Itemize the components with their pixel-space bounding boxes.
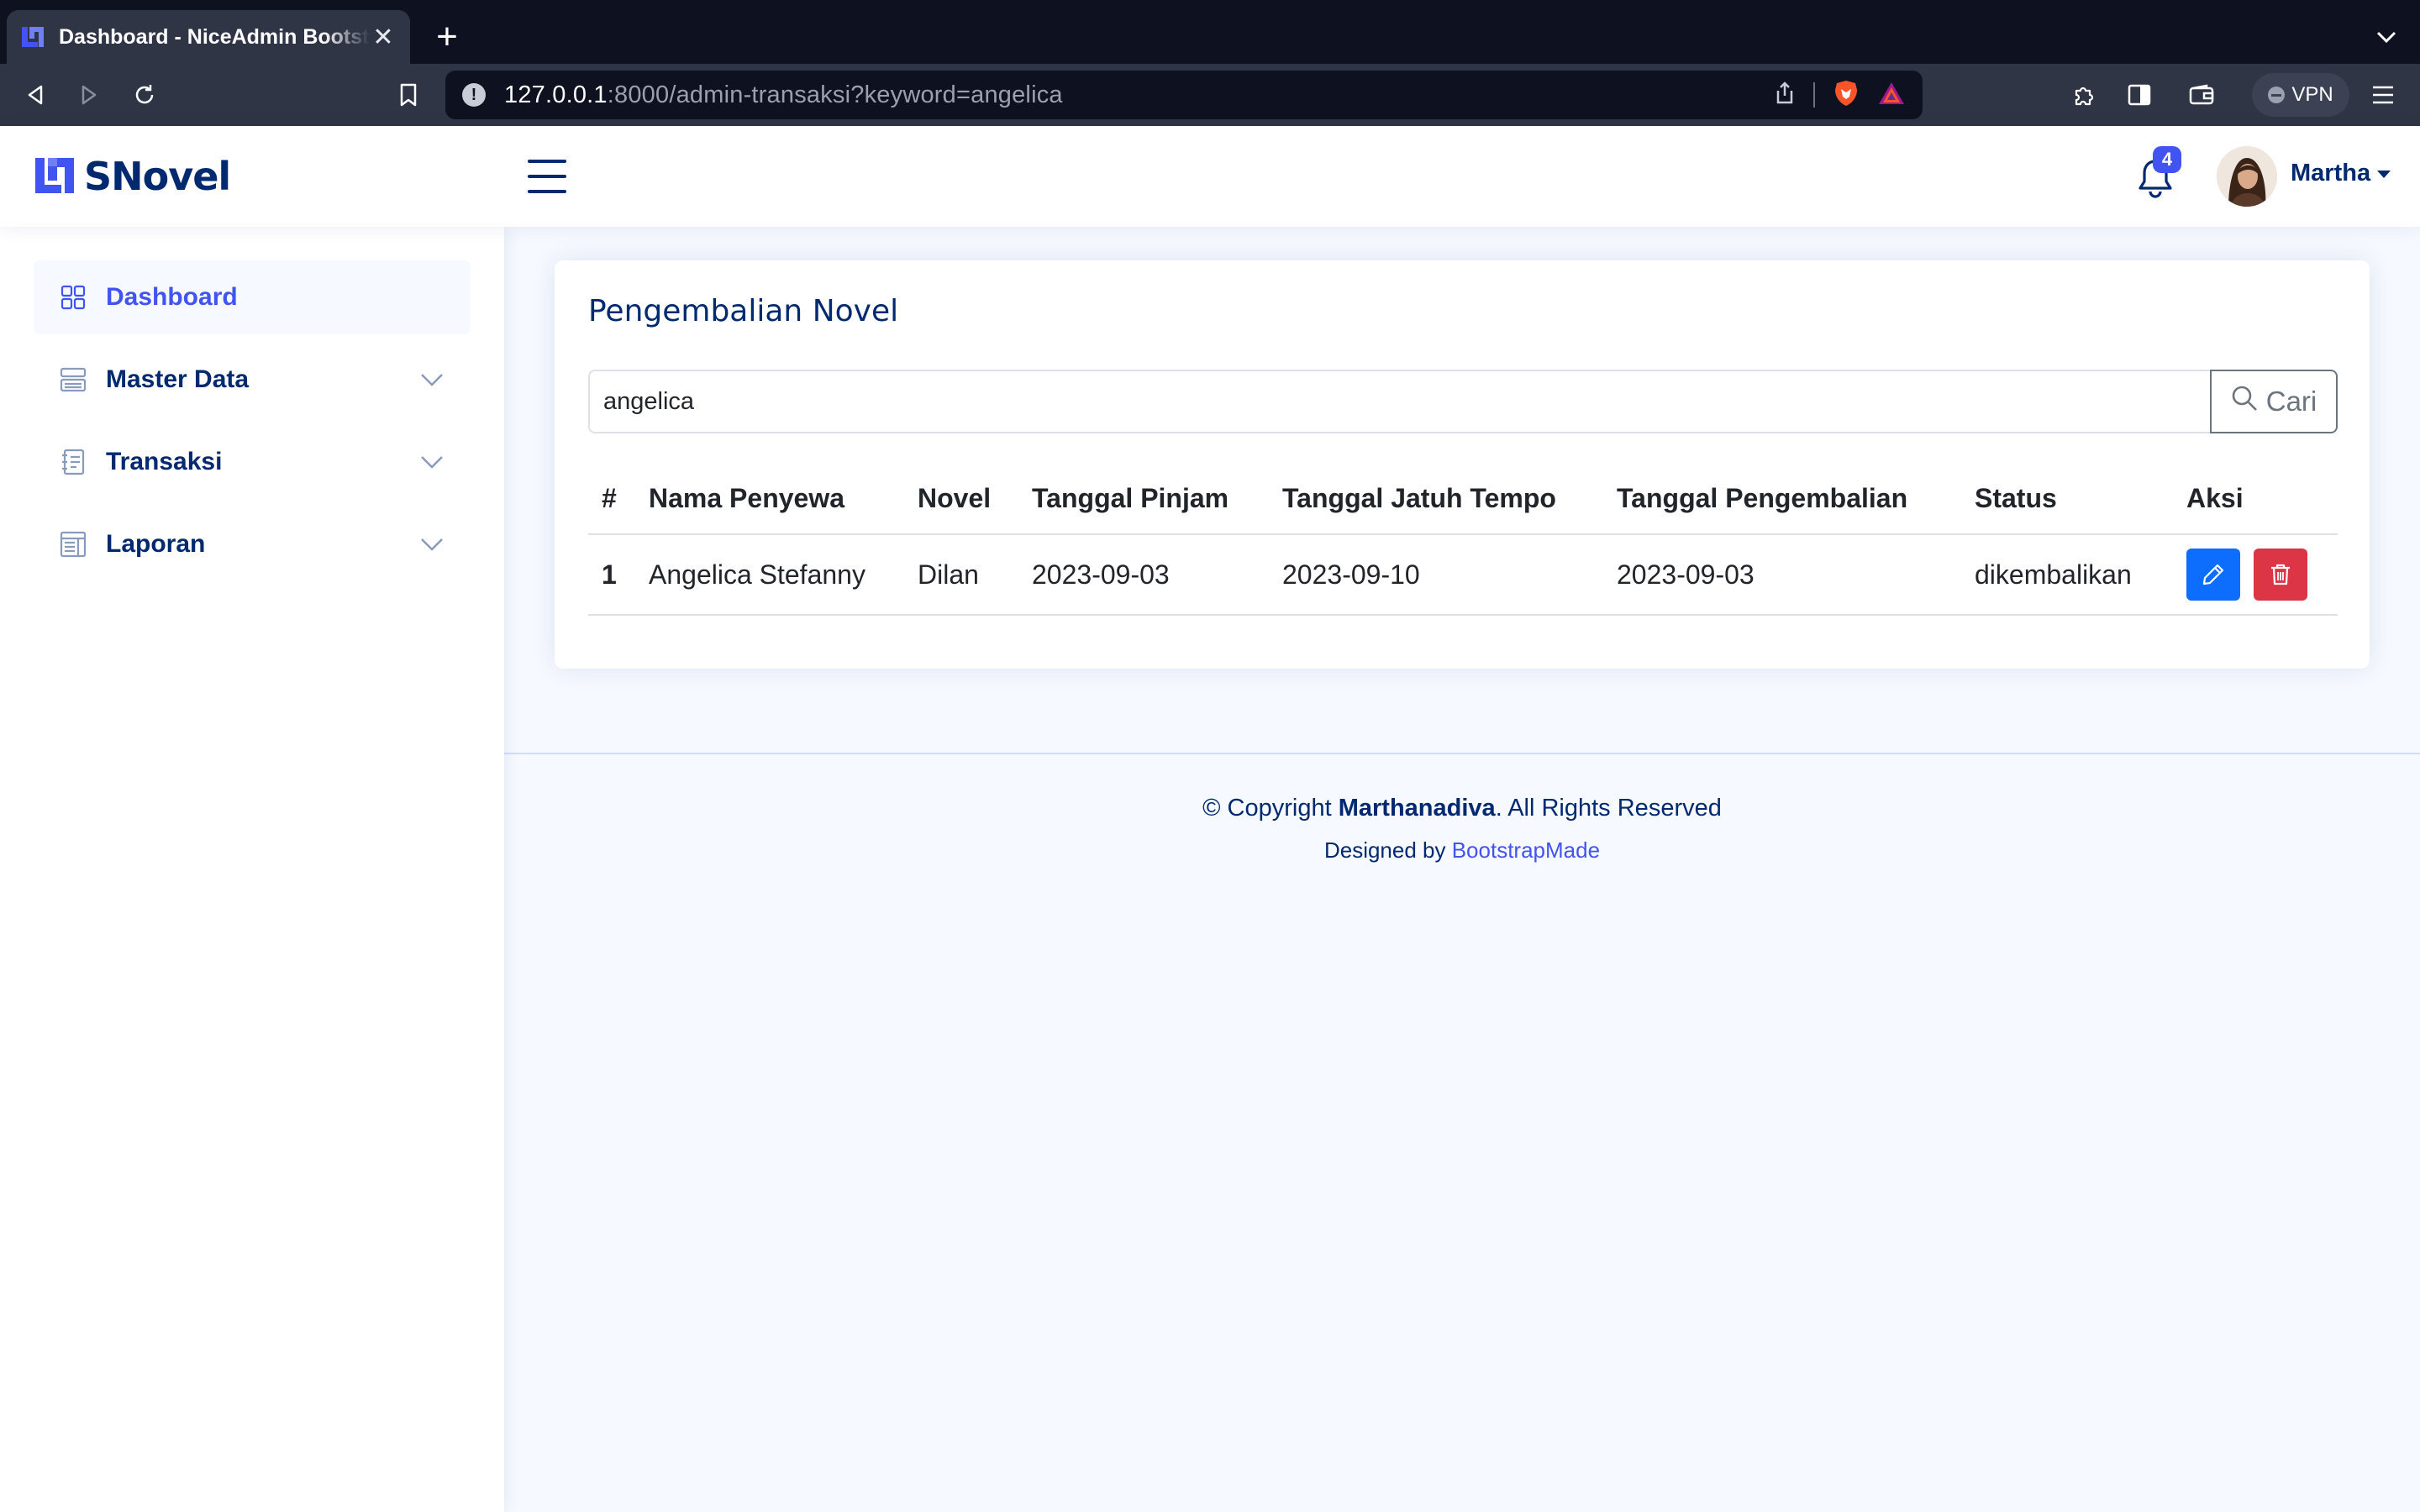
wallet-icon[interactable] xyxy=(2181,75,2222,115)
reload-icon[interactable] xyxy=(124,75,165,115)
cell-novel: Dilan xyxy=(904,534,1018,616)
browser-menu-icon[interactable] xyxy=(2363,75,2403,115)
search-button-label: Cari xyxy=(2265,386,2317,417)
grid-icon xyxy=(59,283,87,312)
col-header-tanggal-pengembalian: Tanggal Pengembalian xyxy=(1603,464,1961,535)
browser-toolbar: ! 127.0.0.1:8000/admin-transaksi?keyword… xyxy=(0,64,2420,126)
browser-tab-bar: Dashboard - NiceAdmin Bootstrap Template… xyxy=(0,0,2420,64)
user-menu[interactable]: Martha xyxy=(2291,160,2391,187)
url-path: :8000/admin-transaksi?keyword=angelica xyxy=(607,81,1063,108)
cell-tanggal-pinjam: 2023-09-03 xyxy=(1018,534,1269,616)
credits: Designed by BootstrapMade xyxy=(504,833,2420,867)
site-info-icon[interactable]: ! xyxy=(462,83,486,107)
page-title: Pengembalian Novel xyxy=(588,294,899,328)
user-name: Martha xyxy=(2291,160,2371,186)
extensions-icon[interactable] xyxy=(2064,75,2104,115)
back-icon[interactable] xyxy=(15,75,55,115)
address-bar[interactable]: ! 127.0.0.1:8000/admin-transaksi?keyword… xyxy=(445,71,1923,119)
vpn-button[interactable]: VPN xyxy=(2252,73,2349,117)
sidebar-item-label: Dashboard xyxy=(106,283,238,311)
share-icon[interactable] xyxy=(1775,81,1795,109)
designed-by-label: Designed by xyxy=(1323,837,1452,863)
site-favicon-icon xyxy=(20,24,45,50)
col-header-aksi: Aksi xyxy=(2173,464,2338,535)
search-button[interactable]: Cari xyxy=(2210,370,2338,433)
copyright-owner: Marthanadiva xyxy=(1338,795,1496,822)
brand-name: SNovel xyxy=(84,154,231,199)
close-tab-icon[interactable]: ✕ xyxy=(370,24,397,51)
cell-tanggal-jatuh-tempo: 2023-09-10 xyxy=(1269,534,1603,616)
returns-card: Pengembalian Novel Cari # Nama Penyewa N… xyxy=(555,260,2370,669)
sidebar-item-master-data[interactable]: Master Data xyxy=(34,343,471,417)
brave-rewards-icon[interactable] xyxy=(1877,81,1906,110)
browser-tab[interactable]: Dashboard - NiceAdmin Bootstrap Template… xyxy=(7,10,410,64)
new-tab-icon[interactable]: + xyxy=(429,16,466,57)
sidebar-toggle-icon[interactable] xyxy=(2119,75,2160,115)
cell-aksi xyxy=(2173,534,2338,616)
vpn-status-icon xyxy=(2268,87,2286,103)
footer: © Copyright Marthanadiva. All Rights Res… xyxy=(504,753,2420,867)
menu-button-icon xyxy=(59,365,87,394)
toggle-sidebar-icon[interactable] xyxy=(528,160,566,193)
sidebar-item-laporan[interactable]: Laporan xyxy=(34,507,471,581)
bookmark-icon[interactable] xyxy=(388,75,429,115)
sidebar: Dashboard Master Data Transaksi Laporan xyxy=(0,227,504,1512)
search-form: Cari xyxy=(588,370,2338,433)
col-header-status: Status xyxy=(1961,464,2173,535)
sidebar-item-label: Laporan xyxy=(106,530,206,558)
notification-badge: 4 xyxy=(2153,146,2181,173)
cell-status: dikembalikan xyxy=(1961,534,2173,616)
col-header-number: # xyxy=(588,464,635,535)
tab-list-chevron-icon[interactable] xyxy=(2370,20,2403,54)
delete-button[interactable] xyxy=(2254,549,2307,601)
forward-icon[interactable] xyxy=(69,75,109,115)
journal-text-icon xyxy=(59,448,87,476)
chevron-down-icon xyxy=(418,449,445,475)
search-input[interactable] xyxy=(588,370,2210,433)
brand-logo[interactable]: SNovel xyxy=(34,151,231,202)
designer-link[interactable]: BootstrapMade xyxy=(1452,837,1600,863)
chevron-down-icon xyxy=(418,366,445,393)
chevron-down-icon xyxy=(418,531,445,558)
brave-shield-icon[interactable] xyxy=(1833,79,1859,112)
user-avatar[interactable] xyxy=(2217,146,2277,207)
table-row: 1 Angelica Stefanny Dilan 2023-09-03 202… xyxy=(588,534,2338,616)
tab-title: Dashboard - NiceAdmin Bootstrap Template xyxy=(59,24,370,49)
url-host: 127.0.0.1 xyxy=(504,81,608,108)
cell-nama-penyewa: Angelica Stefanny xyxy=(635,534,904,616)
copyright-prefix: © Copyright xyxy=(1202,795,1339,822)
col-header-nama-penyewa: Nama Penyewa xyxy=(635,464,904,535)
pencil-icon xyxy=(2202,564,2224,585)
sidebar-item-dashboard[interactable]: Dashboard xyxy=(34,260,471,334)
table-header-row: # Nama Penyewa Novel Tanggal Pinjam Tang… xyxy=(588,464,2338,535)
col-header-tanggal-jatuh-tempo: Tanggal Jatuh Tempo xyxy=(1269,464,1603,535)
sidebar-item-transaksi[interactable]: Transaksi xyxy=(34,425,471,499)
sidebar-item-label: Transaksi xyxy=(106,448,223,475)
vpn-label: VPN xyxy=(2291,83,2333,106)
caret-down-icon xyxy=(2377,171,2391,178)
url-text: 127.0.0.1:8000/admin-transaksi?keyword=a… xyxy=(504,81,1063,109)
trash-icon xyxy=(2271,564,2290,585)
cell-tanggal-pengembalian: 2023-09-03 xyxy=(1603,534,1961,616)
sidebar-item-label: Master Data xyxy=(106,365,250,393)
brand-logo-icon xyxy=(34,155,76,199)
edit-button[interactable] xyxy=(2186,549,2240,601)
app-header: SNovel 4 Martha xyxy=(0,126,2420,227)
returns-table: # Nama Penyewa Novel Tanggal Pinjam Tang… xyxy=(588,464,2338,616)
url-separator xyxy=(1813,82,1815,108)
cell-number: 1 xyxy=(588,534,635,616)
layout-text-window-icon xyxy=(59,530,87,559)
copyright-suffix: . All Rights Reserved xyxy=(1495,795,1722,822)
col-header-tanggal-pinjam: Tanggal Pinjam xyxy=(1018,464,1269,535)
copyright-text: © Copyright Marthanadiva. All Rights Res… xyxy=(504,791,2420,825)
search-icon xyxy=(2231,385,2258,418)
col-header-novel: Novel xyxy=(904,464,1018,535)
